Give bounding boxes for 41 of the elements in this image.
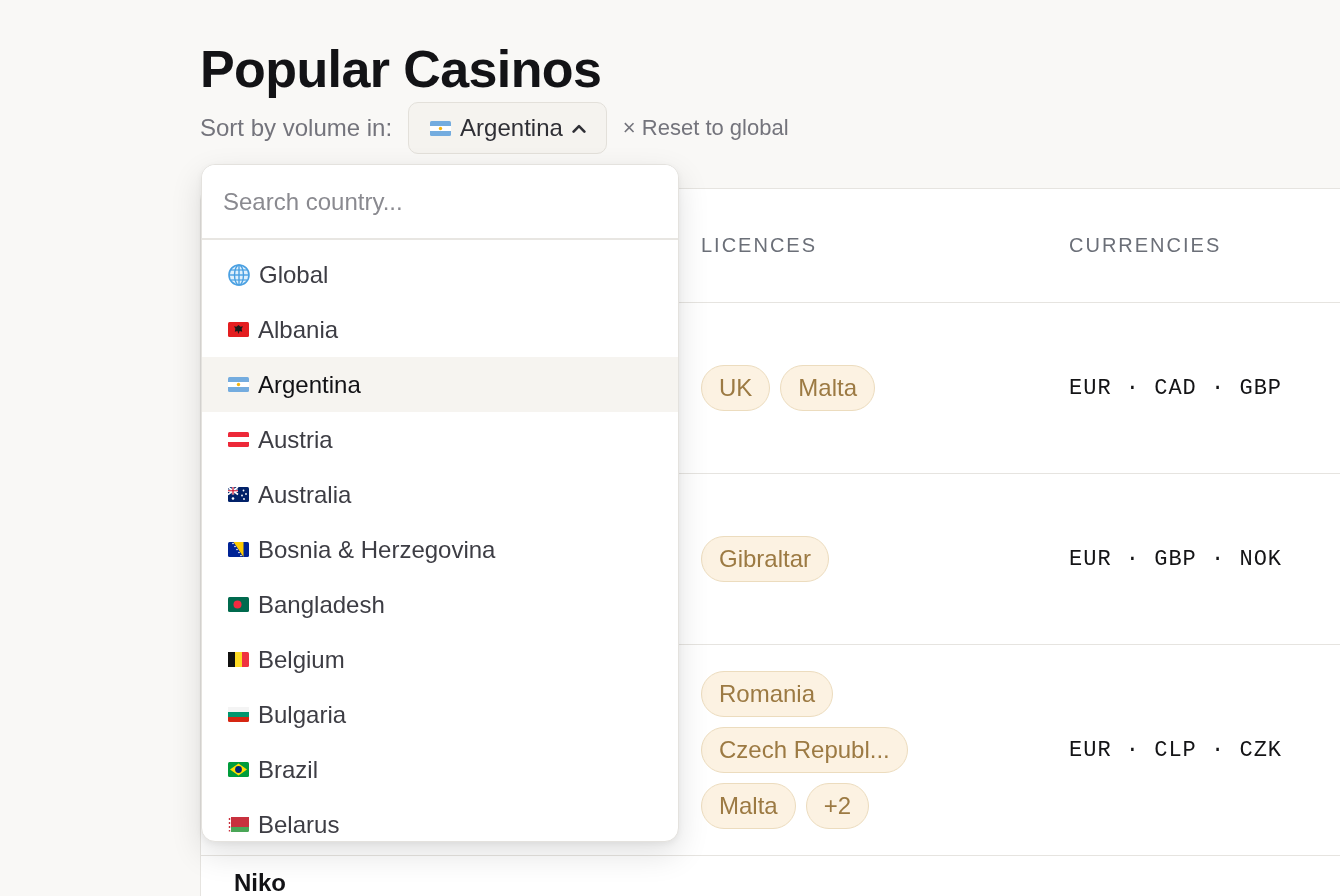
flag-icon <box>228 652 249 667</box>
licence-tag: Romania <box>701 671 834 717</box>
country-option[interactable]: Australia <box>202 467 678 522</box>
column-header: CURRENCIES <box>1069 234 1222 256</box>
licence-tag: Malta <box>780 365 876 411</box>
currency-codes: EUR · GBP · NOK <box>1069 546 1283 572</box>
globe-icon <box>228 263 250 286</box>
page-title: Popular Casinos <box>200 39 602 100</box>
table-cell: Niko <box>234 869 286 896</box>
search-field[interactable]: Search country... <box>202 165 678 240</box>
sort-label: Sort by volume in: <box>200 114 393 142</box>
flag-icon <box>228 432 249 447</box>
country-option[interactable]: Argentina <box>202 357 678 412</box>
reset-link[interactable]: × Reset to global <box>622 115 789 141</box>
flag-icon <box>430 120 452 136</box>
flag-icon <box>228 542 249 557</box>
currency-codes: EUR · CLP · CZK <box>1069 737 1283 763</box>
flag-icon <box>228 487 249 502</box>
flag-icon <box>228 377 249 392</box>
flag-icon <box>228 817 249 832</box>
licence-tag: Czech Republ... <box>701 727 908 773</box>
country-option[interactable]: Albania <box>202 302 678 357</box>
country-option[interactable]: Austria <box>202 412 678 467</box>
country-option[interactable]: Bulgaria <box>202 687 678 742</box>
currency-codes: EUR · CAD · GBP <box>1069 375 1283 401</box>
country-option[interactable]: Belarus <box>202 797 678 841</box>
flag-icon <box>228 707 249 722</box>
country-option[interactable]: Bangladesh <box>202 577 678 632</box>
country-option[interactable]: Brazil <box>202 742 678 797</box>
flag-icon <box>228 322 249 337</box>
country-option[interactable]: Global <box>202 247 678 302</box>
licence-tag: Gibraltar <box>701 536 830 582</box>
flag-icon <box>228 762 249 777</box>
flag-icon <box>228 597 249 612</box>
licence-tag: +2 <box>805 783 870 829</box>
licence-tag: UK <box>701 365 771 411</box>
licence-tag: Malta <box>701 783 796 829</box>
country-option[interactable]: Bosnia & Herzegovina <box>202 522 678 577</box>
country-select[interactable]: Argentina <box>408 102 607 154</box>
column-header: LICENCES <box>701 234 818 256</box>
country-option[interactable]: Belgium <box>202 632 678 687</box>
